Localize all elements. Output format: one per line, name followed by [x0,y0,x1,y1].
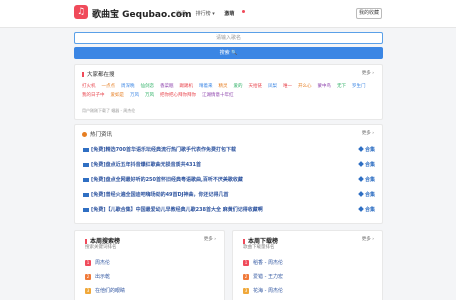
search-tag[interactable]: 周深晚 [121,84,135,89]
nav-hot-label: 激萌 [224,11,235,17]
popular-title: 大家都在搜 [82,70,115,78]
search-tag[interactable]: 一点点 [102,84,116,89]
news-row[interactable]: [免费]精选700首华语乐坛经典流行热门歌手代表作免费打包下载 合集 [83,145,377,155]
search-rank-more-link[interactable]: 更多 › [204,236,216,242]
hot-news-card: 热门资讯 更多 › [免费]精选700首华语乐坛经典流行热门歌手代表作免费打包下… [74,124,383,224]
rank-item[interactable]: 3 花海 - 周杰伦 [243,287,283,294]
search-rank-card: 本周搜索榜 搜索关键词排名 更多 › 1 周杰伦 2 出示乾 3 在他们的眼睛 [74,230,225,300]
tag-icon [358,206,364,212]
news-more-link[interactable]: 更多 › [362,130,374,136]
search-tag[interactable]: 香菜眠 [160,84,174,89]
tag-icon [358,146,364,152]
folder-icon [83,162,89,167]
search-tag[interactable]: 罗生门 [352,84,366,89]
collection-tag-label: 合集 [364,162,375,168]
music-note-icon[interactable]: ♫ [74,5,88,19]
site-header: ♫ 歌曲宝 Gequbao.com 资讯 排行榜 ▾ 激萌 我的收藏 [0,0,456,28]
download-rank-card: 本周下载榜 歌曲下载量排名 更多 › 1 稻香 - 周杰伦 2 爱错 - 王力宏 3 花海… [232,230,383,300]
search-tag[interactable]: 万风 [145,93,154,98]
rank-item-label: 在他们的眼睛 [95,288,126,294]
search-tag[interactable]: 精灵 [219,84,228,89]
news-link[interactable]: [免费]【儿歌合集】中国最爱幼儿早教经典儿歌238首大全 麻黄们记得收藏啊 [91,207,263,213]
rank-item-label: 稻香 - 周杰伦 [253,260,283,266]
collection-tag-label: 合集 [364,177,375,183]
folder-icon [83,177,89,182]
search-tag[interactable]: 晴着来 [199,84,213,89]
search-tag[interactable]: 打火机 [82,84,96,89]
search-tag[interactable]: 凤梨 [268,84,277,89]
search-tag[interactable]: 踢踢机 [180,84,194,89]
search-tag[interactable]: 把你把心拜你拜你 [160,93,196,98]
search-input[interactable]: 请输入歌名 [74,32,383,44]
collection-tag-label: 合集 [364,147,375,153]
search-tag[interactable]: 无下 [337,84,346,89]
popular-title-text: 大家都在搜 [87,72,115,78]
search-tag[interactable]: 蒙中鸟 [318,84,332,89]
rank-item[interactable]: 2 爱错 - 王力宏 [243,273,283,280]
folder-icon [83,147,89,152]
collection-tag[interactable]: 合集 [358,145,375,155]
tag-icon [358,161,364,167]
search-button[interactable]: 搜索 🔍 [74,47,383,59]
rank-item[interactable]: 2 出示乾 [85,273,110,280]
rank-number: 1 [85,260,91,266]
nav-rank[interactable]: 排行榜 ▾ [196,11,215,17]
search-tag[interactable]: 我的日子中 [82,93,105,98]
search-tag[interactable]: 爱如是 [111,93,125,98]
collection-tag[interactable]: 合集 [358,175,375,185]
news-row[interactable]: [免费]盘点近五年抖音爆红歌曲无损音质共431首 合集 [83,160,377,170]
rank-item-label: 出示乾 [95,274,111,280]
rank-item-label: 花海 - 周杰伦 [253,288,283,294]
popular-searches-card: 大家都在搜 更多 › 打火机 一点点 周深晚 仙剑恋 香菜眠 踢踢机 晴着来 精灵 爱的 天拾链凤… [74,64,383,120]
rank-item[interactable]: 1 稻香 - 周杰伦 [243,259,283,266]
favorites-button[interactable]: 我的收藏 [356,8,382,19]
collection-tag[interactable]: 合集 [358,160,375,170]
news-icon [82,132,87,137]
search-tag[interactable]: 江湖情意十年红 [202,93,234,98]
news-row[interactable]: [免费]曾经火遍全国迪吧嗨场劲的49首DJ神曲，你还记得几首 合集 [83,190,377,200]
download-rank-subtitle: 歌曲下载量排名 [243,245,275,250]
recent-download-hint: 用户刚刚下载了 蛾器 - 周杰伦 [82,108,136,113]
news-title: 热门资讯 [82,130,112,138]
rank-item[interactable]: 1 周杰伦 [85,259,110,266]
news-title-text: 热门资讯 [90,132,113,138]
search-tag[interactable]: 天拾链 [249,84,263,89]
rank-item[interactable]: 3 在他们的眼睛 [85,287,125,294]
search-rank-subtitle: 搜索关键词排名 [85,245,117,250]
rank-number: 3 [243,288,249,294]
rank-item-label: 周杰伦 [95,260,111,266]
rank-number: 2 [243,274,249,280]
news-link[interactable]: [免费]精选700首华语乐坛经典流行热门歌手代表作免费打包下载 [91,147,236,153]
rank-number: 2 [85,274,91,280]
main-nav: 资讯 排行榜 ▾ 激萌 [176,10,261,17]
rank-number: 1 [243,260,249,266]
folder-icon [83,192,89,197]
news-link[interactable]: [免费]盘点全网最好听的250首怀旧经典粤语歌曲,百听不厌美歌收藏 [91,177,243,183]
folder-icon [83,207,89,212]
flame-icon [82,72,84,77]
collection-tag-label: 合集 [364,192,375,198]
collection-tag[interactable]: 合集 [358,205,375,215]
rank-number: 3 [85,288,91,294]
tag-icon [358,176,364,182]
nav-news[interactable]: 资讯 [176,11,186,17]
collection-tag[interactable]: 合集 [358,190,375,200]
search-tag[interactable]: 万风 [130,93,139,98]
search-tag[interactable]: 开么心 [298,84,312,89]
download-rank-more-link[interactable]: 更多 › [362,236,374,242]
search-tag[interactable]: 唯一 [283,84,292,89]
news-link[interactable]: [免费]曾经火遍全国迪吧嗨场劲的49首DJ神曲，你还记得几首 [91,192,229,198]
rank-item-label: 爱错 - 王力宏 [253,274,283,280]
hot-dot-icon [242,10,246,13]
search-tag[interactable]: 爱的 [234,84,243,89]
nav-hot[interactable]: 激萌 [224,10,253,17]
tag-icon [358,191,364,197]
search-tag[interactable]: 仙剑恋 [141,84,155,89]
news-row[interactable]: [免费]【儿歌合集】中国最爱幼儿早教经典儿歌238首大全 麻黄们记得收藏啊 合集 [83,205,377,215]
news-row[interactable]: [免费]盘点全网最好听的250首怀旧经典粤语歌曲,百听不厌美歌收藏 合集 [83,175,377,185]
news-link[interactable]: [免费]盘点近五年抖音爆红歌曲无损音质共431首 [91,162,201,168]
collection-tag-label: 合集 [364,207,375,213]
popular-tags: 打火机 一点点 周深晚 仙剑恋 香菜眠 踢踢机 晴着来 精灵 爱的 天拾链 凤梨 唯一 开么心 蒙中鸟 无下… [82,82,378,100]
popular-more-link[interactable]: 更多 › [362,70,374,76]
